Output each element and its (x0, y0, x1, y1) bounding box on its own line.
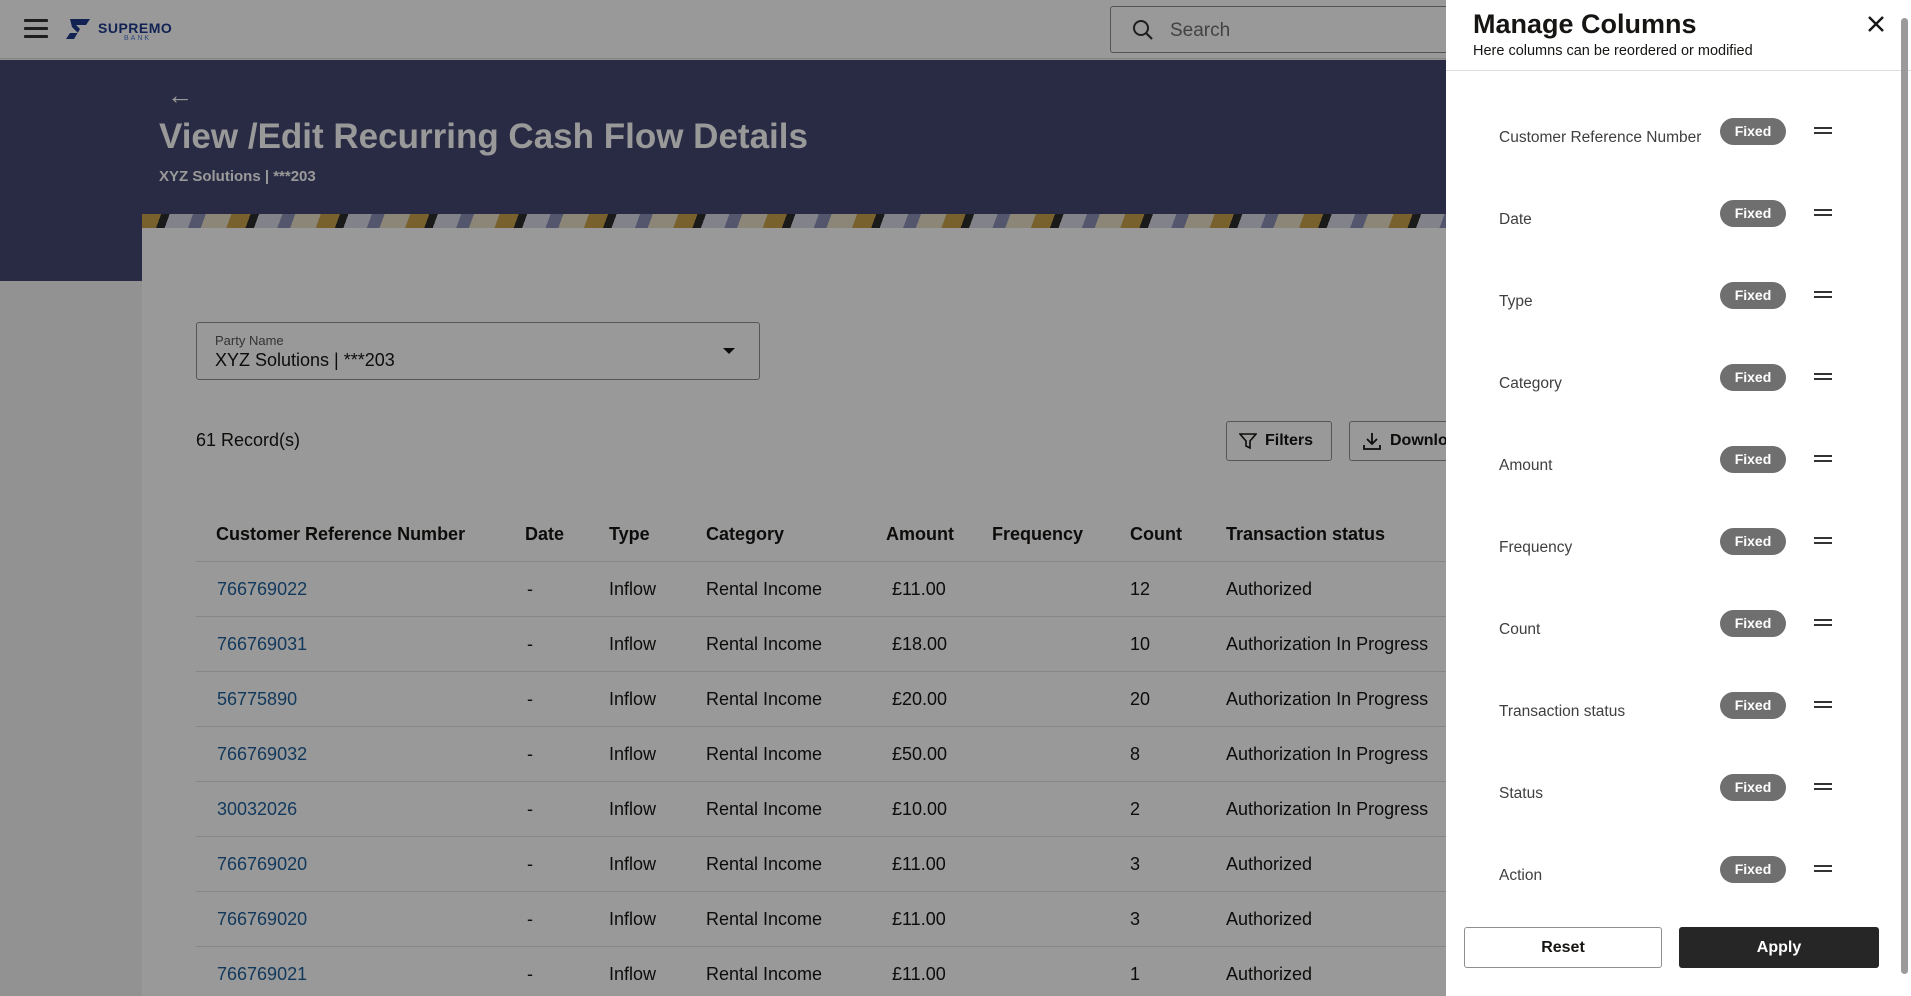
column-item-label: Category (1499, 375, 1562, 392)
fixed-badge: Fixed (1720, 282, 1786, 309)
column-item[interactable]: Transaction status Fixed (1446, 687, 1911, 737)
column-item[interactable]: Amount Fixed (1446, 441, 1911, 491)
column-item[interactable]: Status Fixed (1446, 769, 1911, 819)
fixed-badge: Fixed (1720, 528, 1786, 555)
apply-button[interactable]: Apply (1679, 927, 1879, 968)
fixed-badge: Fixed (1720, 118, 1786, 145)
reset-button[interactable]: Reset (1464, 927, 1662, 968)
drag-handle-icon[interactable] (1814, 455, 1832, 463)
column-item-label: Status (1499, 785, 1543, 802)
manage-columns-panel: Manage Columns Here columns can be reord… (1446, 0, 1911, 996)
panel-subtitle: Here columns can be reordered or modifie… (1473, 43, 1753, 59)
fixed-badge: Fixed (1720, 774, 1786, 801)
drag-handle-icon[interactable] (1814, 209, 1832, 217)
fixed-badge: Fixed (1720, 692, 1786, 719)
drag-handle-icon[interactable] (1814, 783, 1832, 791)
column-item[interactable]: Type Fixed (1446, 277, 1911, 327)
column-item-label: Type (1499, 293, 1533, 310)
fixed-badge: Fixed (1720, 200, 1786, 227)
drag-handle-icon[interactable] (1814, 127, 1832, 135)
drag-handle-icon[interactable] (1814, 537, 1832, 545)
column-item[interactable]: Category Fixed (1446, 359, 1911, 409)
panel-scrollbar[interactable] (1901, 18, 1908, 974)
column-item[interactable]: Customer Reference Number Fixed (1446, 113, 1911, 163)
close-icon[interactable] (1864, 12, 1888, 36)
column-item[interactable]: Count Fixed (1446, 605, 1911, 655)
column-item-label: Amount (1499, 457, 1553, 474)
column-item[interactable]: Action Fixed (1446, 851, 1911, 901)
panel-header: Manage Columns Here columns can be reord… (1446, 0, 1911, 71)
drag-handle-icon[interactable] (1814, 619, 1832, 627)
drag-handle-icon[interactable] (1814, 291, 1832, 299)
column-item[interactable]: Date Fixed (1446, 195, 1911, 245)
column-item-label: Count (1499, 621, 1541, 638)
fixed-badge: Fixed (1720, 610, 1786, 637)
column-item-label: Transaction status (1499, 703, 1626, 720)
column-item-label: Date (1499, 211, 1532, 228)
column-item[interactable]: Frequency Fixed (1446, 523, 1911, 573)
drag-handle-icon[interactable] (1814, 865, 1832, 873)
fixed-badge: Fixed (1720, 856, 1786, 883)
drag-handle-icon[interactable] (1814, 701, 1832, 709)
drag-handle-icon[interactable] (1814, 373, 1832, 381)
column-item-label: Frequency (1499, 539, 1573, 556)
fixed-badge: Fixed (1720, 364, 1786, 391)
column-item-label: Action (1499, 867, 1543, 884)
fixed-badge: Fixed (1720, 446, 1786, 473)
column-item-label: Customer Reference Number (1499, 129, 1702, 146)
panel-title: Manage Columns (1473, 9, 1697, 39)
panel-footer: Reset Apply (1446, 900, 1911, 996)
